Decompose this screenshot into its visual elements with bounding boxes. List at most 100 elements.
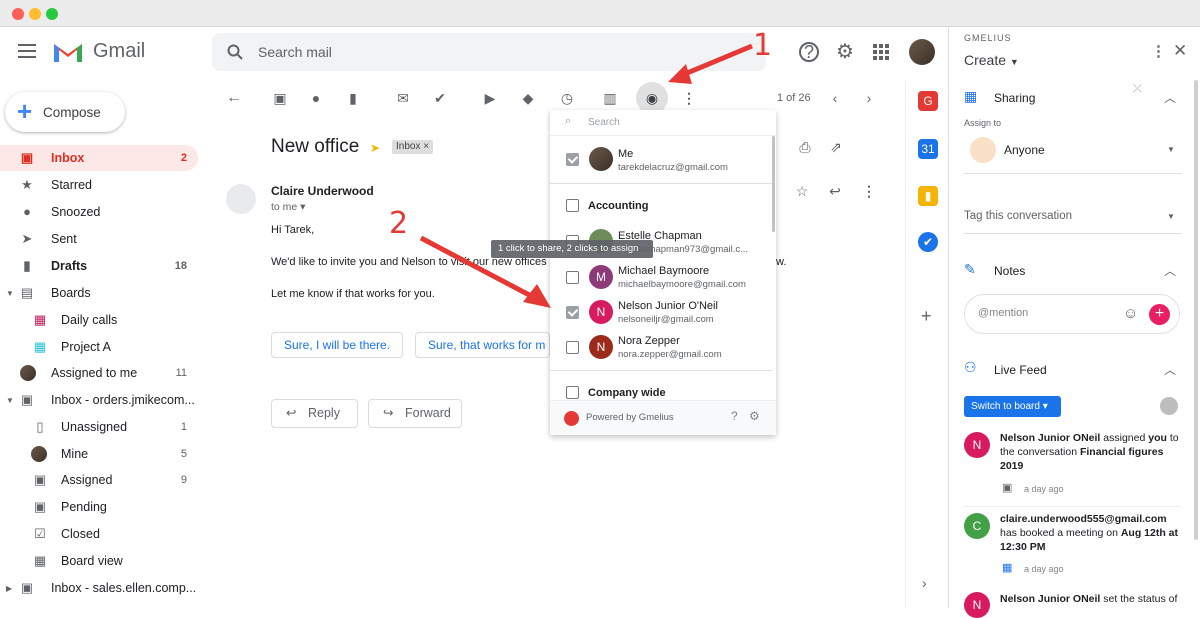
tag-conversation-dropdown[interactable]: Tag this conversation ▼ (964, 200, 1182, 234)
sidebar-item-closed[interactable]: ☑ Closed (0, 521, 198, 547)
sidebar-item-inbox[interactable]: ▣ Inbox 2 (0, 145, 198, 171)
settings-gear-icon[interactable]: ⚙ (749, 409, 760, 423)
label-icon[interactable]: ◆ (520, 90, 536, 106)
divider (964, 506, 1180, 507)
snooze-clock-icon[interactable]: ◷ (559, 90, 575, 106)
next-page-icon[interactable]: › (861, 90, 877, 106)
sidebar-item-shared-inbox-sales[interactable]: ▶ ▣ Inbox - sales.ellen.comp... (0, 575, 198, 601)
switch-to-board-button[interactable]: Switch to board ▾ (964, 396, 1061, 417)
add-note-button[interactable]: + (1149, 304, 1170, 325)
account-avatar[interactable] (909, 39, 935, 65)
archive-icon[interactable]: ▣ (272, 90, 288, 106)
share-option-person[interactable]: M Michael Baymoore michaelbaymoore@gmail… (550, 260, 772, 294)
delete-icon[interactable]: ▮ (345, 90, 361, 106)
board-icon[interactable]: ▥ (602, 90, 618, 106)
print-icon[interactable]: ⎙ (797, 139, 813, 155)
share-checkbox[interactable] (566, 341, 579, 354)
share-checkbox[interactable] (566, 306, 579, 319)
sidebar-item-drafts[interactable]: ▮ Drafts 18 (0, 253, 198, 279)
report-spam-icon[interactable]: ● (308, 90, 324, 106)
compose-button[interactable]: + Compose (5, 92, 125, 132)
settings-gear-icon[interactable]: ⚙ (834, 41, 856, 63)
recipient-details[interactable]: to me ▾ (271, 201, 305, 213)
sidebar-item-shared-inbox-orders[interactable]: ▼ ▣ Inbox - orders.jmikecom... (0, 387, 198, 413)
apps-grid-icon[interactable] (873, 44, 889, 60)
importance-marker-icon[interactable]: ➤ (370, 141, 380, 155)
close-icon[interactable]: ✕ (1173, 41, 1187, 61)
prev-page-icon[interactable]: ‹ (827, 90, 843, 106)
more-vert-icon[interactable]: ⋮ (1151, 42, 1166, 60)
mark-unread-icon[interactable]: ✉ (395, 90, 411, 106)
star-icon[interactable]: ☆ (794, 183, 810, 199)
share-group-accounting[interactable]: Accounting (550, 188, 772, 222)
keep-addon-icon[interactable]: ▮ (918, 186, 938, 206)
popup-scrollbar[interactable] (772, 136, 775, 232)
add-addon-icon[interactable]: + (921, 306, 932, 327)
sidebar-item-assigned[interactable]: ▣ Assigned 9 (0, 467, 198, 493)
sidebar-item-sent[interactable]: ➤ Sent (0, 226, 198, 252)
sidebar-item-snoozed[interactable]: ● Snoozed (0, 199, 198, 225)
tasks-addon-icon[interactable]: ✔ (918, 232, 938, 252)
plus-icon: + (17, 96, 33, 126)
more-vert-icon[interactable]: ⋮ (861, 183, 877, 199)
maximize-window-button[interactable] (46, 8, 58, 20)
emoji-icon[interactable]: ☺ (1123, 305, 1138, 322)
minimize-window-button[interactable] (29, 8, 41, 20)
gmelius-addon-icon[interactable]: G (918, 91, 938, 111)
sidebar-item-mine[interactable]: Mine 5 (0, 441, 198, 467)
sidebar-item-starred[interactable]: ★ Starred (0, 172, 198, 198)
smart-reply-button[interactable]: Sure, I will be there. (271, 332, 404, 358)
open-new-window-icon[interactable]: ⇗ (828, 139, 844, 155)
collapse-arrow-icon[interactable]: ▼ (6, 396, 14, 405)
sidebar-item-assigned-to-me[interactable]: Assigned to me 11 (0, 360, 198, 386)
share-option-person[interactable]: N Nora Zepper nora.zepper@gmail.com (550, 330, 772, 364)
sidebar-item-project-a[interactable]: ▦ Project A (0, 334, 198, 360)
sidebar-item-label: Inbox (51, 151, 85, 165)
reply-icon[interactable]: ↩ (827, 183, 843, 199)
help-icon[interactable]: ? (731, 409, 738, 423)
forward-button[interactable]: ↪ Forward (368, 399, 462, 428)
search-icon[interactable] (227, 44, 243, 60)
collapse-section-icon[interactable]: ︿ (1164, 89, 1176, 106)
sidebar-item-pending[interactable]: ▣ Pending (0, 494, 198, 520)
share-checkbox[interactable] (566, 271, 579, 284)
share-checkbox[interactable] (566, 153, 579, 166)
calendar-addon-icon[interactable]: 31 (918, 139, 938, 159)
unlink-icon[interactable]: ⤫ (1133, 83, 1142, 96)
share-search[interactable]: ⌕ Search (550, 110, 776, 136)
feed-text: set the status of (1100, 593, 1178, 605)
sidebar-item-boards[interactable]: ▼ ▤ Boards (0, 280, 198, 306)
collapse-arrow-icon[interactable]: ▼ (6, 289, 14, 298)
create-dropdown[interactable]: Create ▼ (964, 52, 1019, 68)
main-menu-icon[interactable] (18, 44, 36, 58)
move-to-icon[interactable]: ▶ (482, 90, 498, 106)
note-input[interactable]: @mention ☺ + (964, 294, 1180, 334)
sidebar-item-daily-calls[interactable]: ▦ Daily calls (0, 307, 198, 333)
add-task-icon[interactable]: ✔ (432, 90, 448, 106)
reply-button[interactable]: ↩ Reply (271, 399, 358, 428)
more-vert-icon[interactable]: ⋮ (681, 90, 697, 106)
smart-reply-button[interactable]: Sure, that works for m (415, 332, 550, 358)
share-option-person[interactable]: N Nelson Junior O'Neil nelsoneiljr@gmail… (550, 295, 772, 329)
inbox-label-chip[interactable]: Inbox × (392, 140, 434, 154)
collapse-section-icon[interactable]: ︿ (1164, 361, 1176, 378)
panel-scrollbar[interactable] (1194, 80, 1198, 540)
share-search-input[interactable]: Search (588, 117, 620, 128)
sidebar-item-label: Sent (51, 232, 77, 246)
user-filter-avatar[interactable] (1160, 397, 1178, 415)
remove-label-icon[interactable]: × (423, 141, 429, 152)
share-group-company-wide[interactable]: Company wide (550, 375, 772, 399)
assign-to-label: Assign to (964, 118, 1002, 128)
share-checkbox[interactable] (566, 199, 579, 212)
sidebar-item-board-view[interactable]: ▦ Board view (0, 548, 198, 574)
collapse-section-icon[interactable]: ︿ (1164, 262, 1176, 279)
expand-panel-icon[interactable]: › (922, 575, 927, 591)
sidebar-item-unassigned[interactable]: ▯ Unassigned 1 (0, 414, 198, 440)
assignee-dropdown[interactable]: Anyone ▼ (964, 134, 1182, 174)
search-input[interactable]: Search mail (258, 44, 332, 60)
expand-arrow-icon[interactable]: ▶ (6, 584, 12, 593)
share-option-me[interactable]: Me tarekdelacruz@gmail.com (550, 142, 772, 176)
back-arrow-icon[interactable]: ← (226, 90, 242, 106)
close-window-button[interactable] (12, 8, 24, 20)
share-checkbox[interactable] (566, 386, 579, 399)
